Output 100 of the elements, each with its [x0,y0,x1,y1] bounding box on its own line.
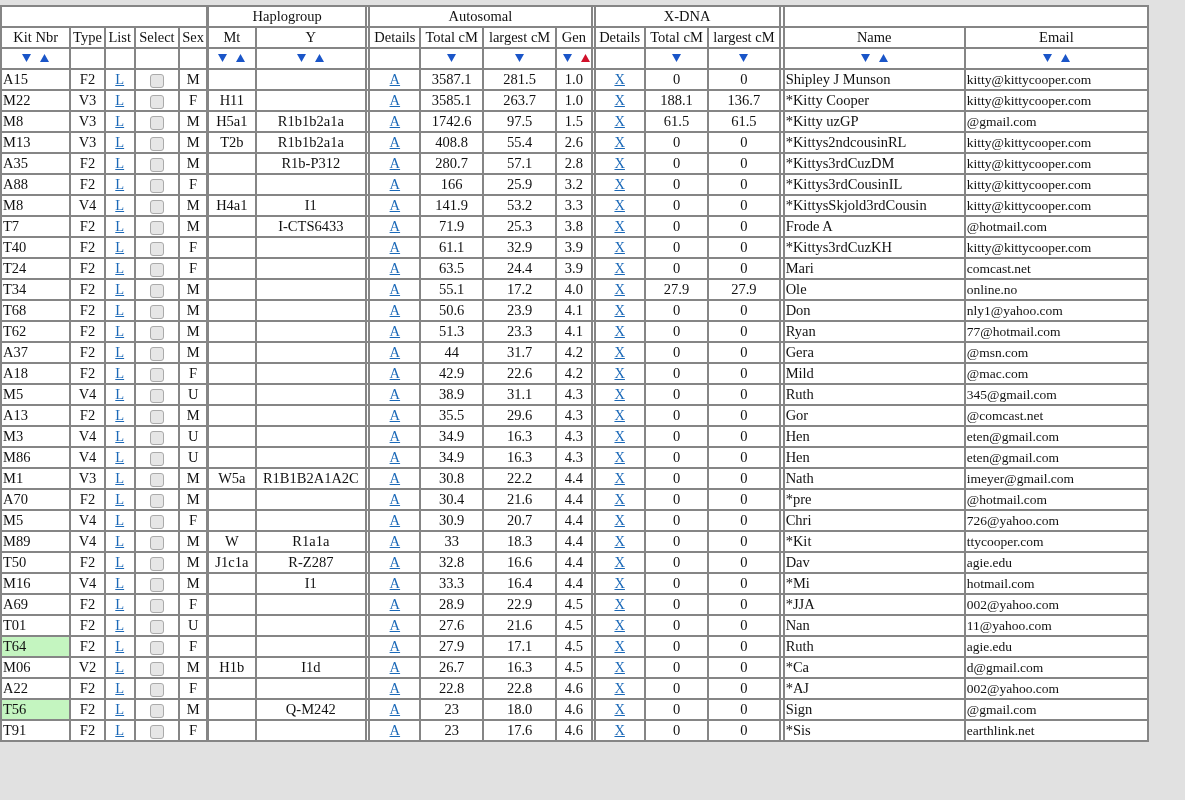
autosomal-details-link[interactable]: A [389,407,401,423]
x-largest-cm-value: 0 [708,69,780,90]
x-details-link[interactable]: X [614,302,625,318]
x-details-link[interactable]: X [614,680,625,696]
autosomal-details-link[interactable]: A [389,134,401,150]
autosomal-details-link[interactable]: A [389,155,401,171]
autosomal-details-link[interactable]: A [389,512,401,528]
x-details-link[interactable]: X [614,92,625,108]
kit-type: V3 [70,111,105,132]
autosomal-details-link[interactable]: A [389,533,401,549]
x-details-link[interactable]: X [614,491,625,507]
autosomal-details-link[interactable]: A [389,260,401,276]
x-details-link[interactable]: X [614,701,625,717]
autosomal-details-link[interactable]: A [389,449,401,465]
x-details-link[interactable]: X [614,659,625,675]
kit-type: F2 [70,279,105,300]
autosomal-details-link[interactable]: A [389,197,401,213]
autosomal-details-link[interactable]: A [389,71,401,87]
x-largest-cm-value: 0 [708,615,780,636]
kit-type: F2 [70,489,105,510]
autosomal-details-link[interactable]: A [389,281,401,297]
total-cm-value: 51.3 [420,321,483,342]
autosomal-details-link[interactable]: A [389,596,401,612]
x-details-link[interactable]: X [614,617,625,633]
autosomal-details-link[interactable]: A [389,470,401,486]
total-cm-value: 280.7 [420,153,483,174]
autosomal-details-link[interactable]: A [389,428,401,444]
x-details-link[interactable]: X [614,449,625,465]
x-details-link[interactable]: X [614,386,625,402]
autosomal-details-link[interactable]: A [389,638,401,654]
autosomal-details-link[interactable]: A [389,323,401,339]
match-name: Mari [783,258,965,279]
mt-haplogroup: H4a1 [208,195,256,216]
generation-value: 3.8 [556,216,592,237]
autosomal-details-link[interactable]: A [389,365,401,381]
x-details-link[interactable]: X [614,281,625,297]
x-total-cm-value: 0 [644,615,709,636]
x-details-link[interactable]: X [614,134,625,150]
kit-number: M5 [1,384,71,405]
x-details-link[interactable]: X [614,722,625,738]
x-details-link[interactable]: X [614,323,625,339]
autosomal-details-link[interactable]: A [389,302,401,318]
autosomal-details-link[interactable]: A [389,722,401,738]
autosomal-details-link[interactable]: A [389,575,401,591]
largest-cm-value: 17.2 [482,279,557,300]
largest-cm-value: 29.6 [482,405,557,426]
match-email: kitty@kittycooper.com [964,195,1148,216]
kit-type: F2 [70,174,105,195]
x-details-link[interactable]: X [614,176,625,192]
total-cm-value: 35.5 [420,405,483,426]
largest-cm-value: 55.4 [482,132,557,153]
x-total-cm-value: 0 [644,195,709,216]
x-details-link[interactable]: X [614,71,625,87]
autosomal-details-link[interactable]: A [389,239,401,255]
x-largest-cm-value: 0 [708,300,780,321]
autosomal-details-link[interactable]: A [389,659,401,675]
match-email: kitty@kittycooper.com [964,69,1148,90]
x-details-link[interactable]: X [614,428,625,444]
x-details-link[interactable]: X [614,596,625,612]
autosomal-details-link[interactable]: A [389,344,401,360]
autosomal-details-link[interactable]: A [389,491,401,507]
x-details-link[interactable]: X [614,512,625,528]
x-largest-cm-value: 0 [708,237,780,258]
autosomal-details-link[interactable]: A [389,680,401,696]
match-email: @mac.com [964,363,1148,384]
x-details-link[interactable]: X [614,638,625,654]
kit-type: F2 [70,342,105,363]
total-cm-value: 3587.1 [420,69,483,90]
x-details-link[interactable]: X [614,155,625,171]
autosomal-details-link[interactable]: A [389,113,401,129]
largest-cm-value: 53.2 [482,195,557,216]
x-details-link[interactable]: X [614,533,625,549]
x-details-link[interactable]: X [614,344,625,360]
x-details-link[interactable]: X [614,113,625,129]
match-email: 77@hotmail.com [964,321,1148,342]
autosomal-details-link[interactable]: A [389,92,401,108]
x-details-link[interactable]: X [614,239,625,255]
sex-value: M [179,489,208,510]
x-details-link[interactable]: X [614,197,625,213]
autosomal-details-link[interactable]: A [389,554,401,570]
match-name: *Kitty Cooper [783,90,965,111]
x-details-link[interactable]: X [614,260,625,276]
x-details-link[interactable]: X [614,218,625,234]
sex-value: M [179,321,208,342]
x-details-link[interactable]: X [614,365,625,381]
x-details-link[interactable]: X [614,470,625,486]
autosomal-details-link[interactable]: A [389,218,401,234]
autosomal-details-link[interactable]: A [389,176,401,192]
sex-value: F [179,510,208,531]
autosomal-details-link[interactable]: A [389,701,401,717]
sex-value: F [179,258,208,279]
x-details-link[interactable]: X [614,407,625,423]
largest-cm-value: 21.6 [482,615,557,636]
largest-cm-value: 25.3 [482,216,557,237]
x-largest-cm-value: 0 [708,132,780,153]
x-largest-cm-value: 0 [708,720,780,741]
autosomal-details-link[interactable]: A [389,386,401,402]
x-details-link[interactable]: X [614,575,625,591]
autosomal-details-link[interactable]: A [389,617,401,633]
x-details-link[interactable]: X [614,554,625,570]
